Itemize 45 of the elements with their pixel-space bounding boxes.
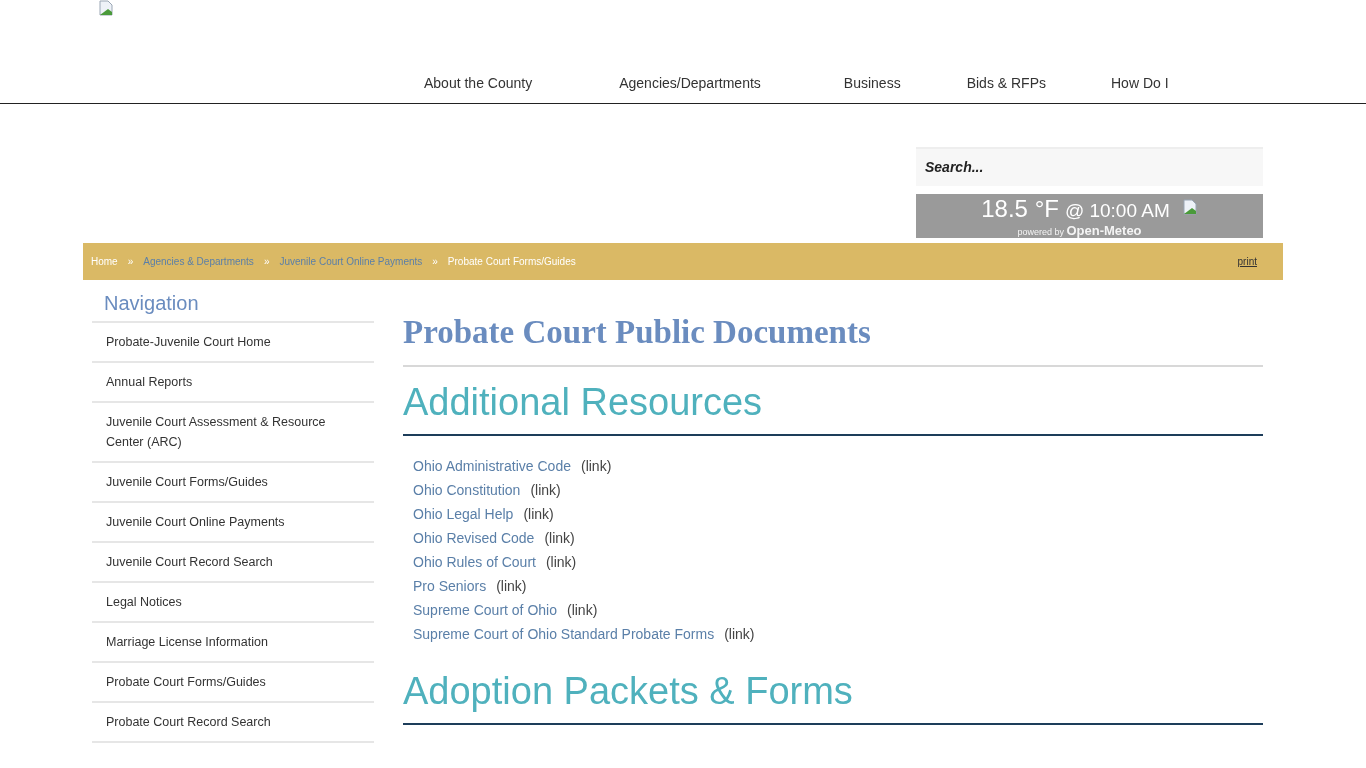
resource-link[interactable]: Ohio Constitution: [413, 482, 521, 498]
sidebar-item[interactable]: Probate Court Forms/Guides: [92, 663, 374, 703]
sidebar-item[interactable]: Juvenile Court Assessment & Resource Center (ARC): [92, 403, 374, 463]
nav-link[interactable]: How Do I: [1111, 75, 1169, 91]
nav-link[interactable]: Bids & RFPs: [966, 75, 1046, 91]
resource-link[interactable]: Ohio Revised Code: [413, 530, 535, 546]
link-note: (link): [724, 626, 755, 642]
resource-link[interactable]: Supreme Court of Ohio: [413, 602, 557, 618]
print-link[interactable]: print: [1237, 256, 1257, 267]
nav-link[interactable]: Agencies/Departments: [619, 75, 761, 91]
temperature: 18.5 °F: [981, 194, 1059, 223]
sidebar-item[interactable]: Juvenile Court Forms/Guides: [92, 463, 374, 503]
breadcrumb-separator: »: [263, 256, 270, 267]
weather-time: @ 10:00 AM: [1064, 199, 1170, 222]
nav-link[interactable]: Business: [843, 75, 901, 91]
link-note: (link): [523, 506, 554, 522]
broken-image-icon: [98, 0, 114, 16]
resource-link[interactable]: Ohio Administrative Code: [413, 458, 571, 474]
nav-link[interactable]: About the County: [424, 75, 533, 91]
resource-link[interactable]: Pro Seniors: [413, 578, 487, 594]
link-note: (link): [496, 578, 527, 594]
link-note: (link): [580, 458, 612, 474]
search-field[interactable]: Search...: [916, 147, 1263, 186]
breadcrumb-separator: »: [127, 256, 134, 267]
sidebar-item[interactable]: Probate-Juvenile Court Home: [92, 323, 374, 363]
link-note: (link): [544, 530, 575, 546]
sidebar-item[interactable]: Juvenile Court Record Search: [92, 543, 374, 583]
resource-link[interactable]: Ohio Legal Help: [413, 506, 514, 522]
sidebar-item[interactable]: Annual Reports: [92, 363, 374, 403]
sidebar-item[interactable]: Marriage License Information: [92, 623, 374, 663]
broken-image-icon: [1181, 198, 1198, 215]
section-heading: Adoption Packets & Forms: [403, 670, 1263, 725]
page-title: Probate Court Public Documents: [403, 314, 1263, 367]
section-heading: Additional Resources: [403, 381, 1263, 436]
resource-link[interactable]: Supreme Court of Ohio Standard Probate Forms: [413, 626, 715, 642]
link-note: (link): [545, 554, 577, 570]
sidebar-item[interactable]: Legal Notices: [92, 583, 374, 623]
link-note: (link): [530, 482, 561, 498]
powered-by-text: powered by Open-Meteo: [1017, 222, 1142, 238]
resource-link[interactable]: Ohio Rules of Court: [413, 554, 536, 570]
sidebar-title: Navigation: [92, 280, 374, 323]
link-note: (link): [566, 602, 598, 618]
breadcrumb-separator: »: [432, 256, 438, 267]
sidebar-item[interactable]: Probate Court Record Search: [92, 703, 374, 743]
sidebar-item[interactable]: Juvenile Court Online Payments: [92, 503, 374, 543]
